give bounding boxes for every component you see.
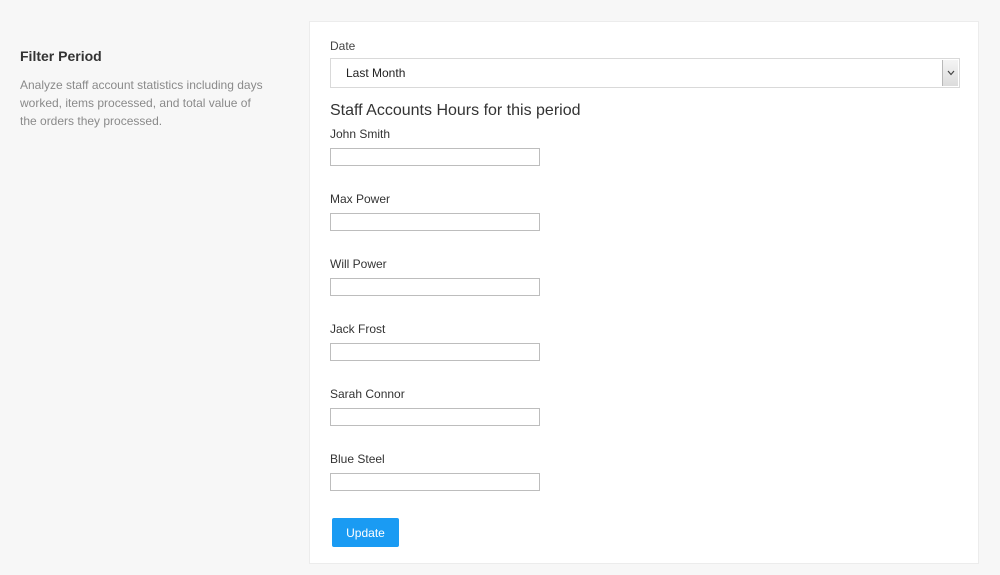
staff-name-label: Max Power [330, 192, 391, 206]
filter-period-description: Analyze staff account statistics includi… [20, 78, 263, 128]
staff-hours-heading: Staff Accounts Hours for this period [330, 102, 581, 119]
staff-row: Sarah Connor [330, 386, 550, 451]
chevron-down-icon [947, 70, 955, 76]
update-button[interactable]: Update [332, 518, 399, 547]
staff-hours-input-will-power[interactable] [330, 278, 540, 296]
staff-name-label: Jack Frost [330, 322, 386, 336]
staff-list: John Smith Max Power Will Power Jack Fro… [330, 126, 550, 516]
staff-name-label: Will Power [330, 257, 387, 271]
staff-row: John Smith [330, 126, 550, 191]
staff-name-label: Sarah Connor [330, 387, 405, 401]
filter-sidebar: Filter Period Analyze staff account stat… [20, 47, 270, 130]
staff-name-label: Blue Steel [330, 452, 385, 466]
staff-hours-input-blue-steel[interactable] [330, 473, 540, 491]
date-label: Date [330, 39, 356, 53]
staff-name-label: John Smith [330, 127, 391, 141]
date-select-value: Last Month [346, 66, 406, 80]
staff-row: Max Power [330, 191, 550, 256]
staff-row: Jack Frost [330, 321, 550, 386]
select-arrow-button[interactable] [942, 60, 958, 86]
filter-card: Date Last Month Staff Accounts Hours for… [309, 21, 979, 564]
page: Filter Period Analyze staff account stat… [0, 0, 1000, 575]
staff-row: Blue Steel [330, 451, 550, 516]
staff-row: Will Power [330, 256, 550, 321]
staff-hours-input-jack-frost[interactable] [330, 343, 540, 361]
staff-hours-input-sarah-connor[interactable] [330, 408, 540, 426]
staff-hours-input-john-smith[interactable] [330, 148, 540, 166]
date-select[interactable]: Last Month [330, 58, 960, 88]
staff-hours-input-max-power[interactable] [330, 213, 540, 231]
filter-period-title: Filter Period [20, 48, 102, 64]
